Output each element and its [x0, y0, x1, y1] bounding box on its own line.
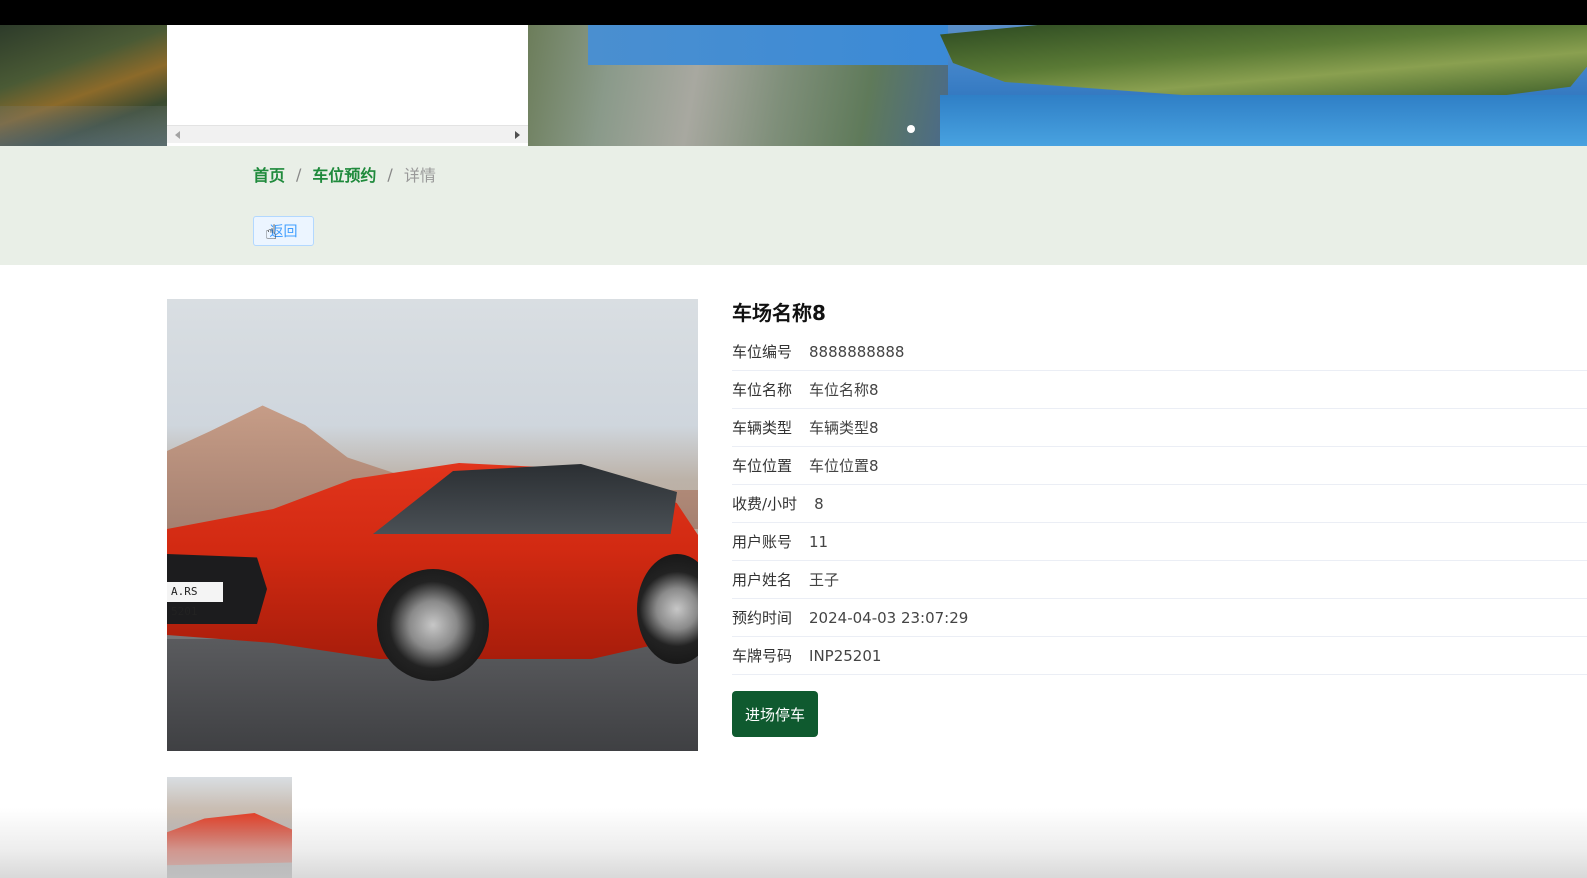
detail-label: 车位位置	[732, 457, 793, 475]
banner-image-left	[0, 25, 167, 146]
parking-lot-name: 车场名称8	[732, 301, 826, 325]
detail-row-user-account: 用户账号 11	[732, 523, 1587, 561]
detail-value: 车位名称8	[809, 381, 879, 399]
detail-label: 车牌号码	[732, 647, 793, 665]
banner-carousel	[0, 25, 1587, 146]
detail-row-vehicle-type: 车辆类型 车辆类型8	[732, 409, 1587, 447]
parking-details-panel: 车场名称8 车位编号 8888888888 车位名称 车位名称8 车辆类型 车辆…	[732, 298, 1587, 737]
detail-value: 8888888888	[809, 342, 905, 361]
breadcrumb-bar: 首页 / 车位预约 / 详情 返回 ☝	[0, 146, 1587, 265]
detail-row-reservation-time: 预约时间 2024-04-03 23:07:29	[732, 599, 1587, 637]
detail-row-space-name: 车位名称 车位名称8	[732, 371, 1587, 409]
detail-row-hourly-fee: 收费/小时 8	[732, 485, 1587, 523]
banner-image-water	[940, 95, 1587, 146]
thumbnail-car	[167, 813, 292, 866]
enter-parking-button[interactable]: 进场停车	[732, 691, 818, 737]
breadcrumb-separator: /	[296, 164, 302, 184]
breadcrumb-section-link[interactable]: 车位预约	[312, 162, 376, 186]
detail-value: 车位位置8	[809, 457, 879, 475]
detail-row-space-number: 车位编号 8888888888	[732, 333, 1587, 371]
detail-label: 用户姓名	[732, 571, 793, 589]
horizontal-scrollbar[interactable]	[167, 125, 528, 143]
scroll-right-arrow-icon[interactable]	[515, 131, 520, 139]
detail-value: 2024-04-03 23:07:29	[809, 608, 969, 627]
detail-value: 8	[814, 494, 824, 513]
back-button[interactable]: 返回	[253, 216, 314, 246]
detail-row-space-location: 车位位置 车位位置8	[732, 447, 1587, 485]
detail-value: 王子	[809, 571, 840, 589]
banner-image-town	[528, 25, 948, 146]
breadcrumb: 首页 / 车位预约 / 详情	[253, 162, 436, 186]
main-parking-photo: A.RS 5201	[167, 299, 698, 751]
detail-label: 车辆类型	[732, 419, 793, 437]
breadcrumb-separator: /	[387, 164, 393, 184]
photo-license-plate: A.RS 5201	[167, 582, 223, 618]
breadcrumb-current: 详情	[403, 166, 436, 185]
detail-value: INP25201	[809, 646, 882, 665]
photo-front-wheel	[377, 569, 489, 681]
detail-label: 车位名称	[732, 381, 793, 399]
detail-row-plate-number: 车牌号码 INP25201	[732, 637, 1587, 675]
detail-label: 用户账号	[732, 533, 793, 551]
detail-label: 预约时间	[732, 609, 793, 627]
detail-row-user-name: 用户姓名 王子	[732, 561, 1587, 599]
top-black-bar	[0, 0, 1587, 25]
carousel-indicator-dot[interactable]	[907, 125, 915, 133]
detail-label: 收费/小时	[732, 495, 798, 513]
scroll-left-arrow-icon[interactable]	[175, 131, 180, 139]
detail-value: 11	[809, 532, 829, 551]
detail-value: 车辆类型8	[809, 419, 879, 437]
breadcrumb-home-link[interactable]: 首页	[253, 162, 285, 186]
hand-pointer-icon: ☝	[265, 220, 278, 244]
photo-thumbnail[interactable]	[167, 777, 292, 878]
detail-label: 车位编号	[732, 343, 793, 361]
